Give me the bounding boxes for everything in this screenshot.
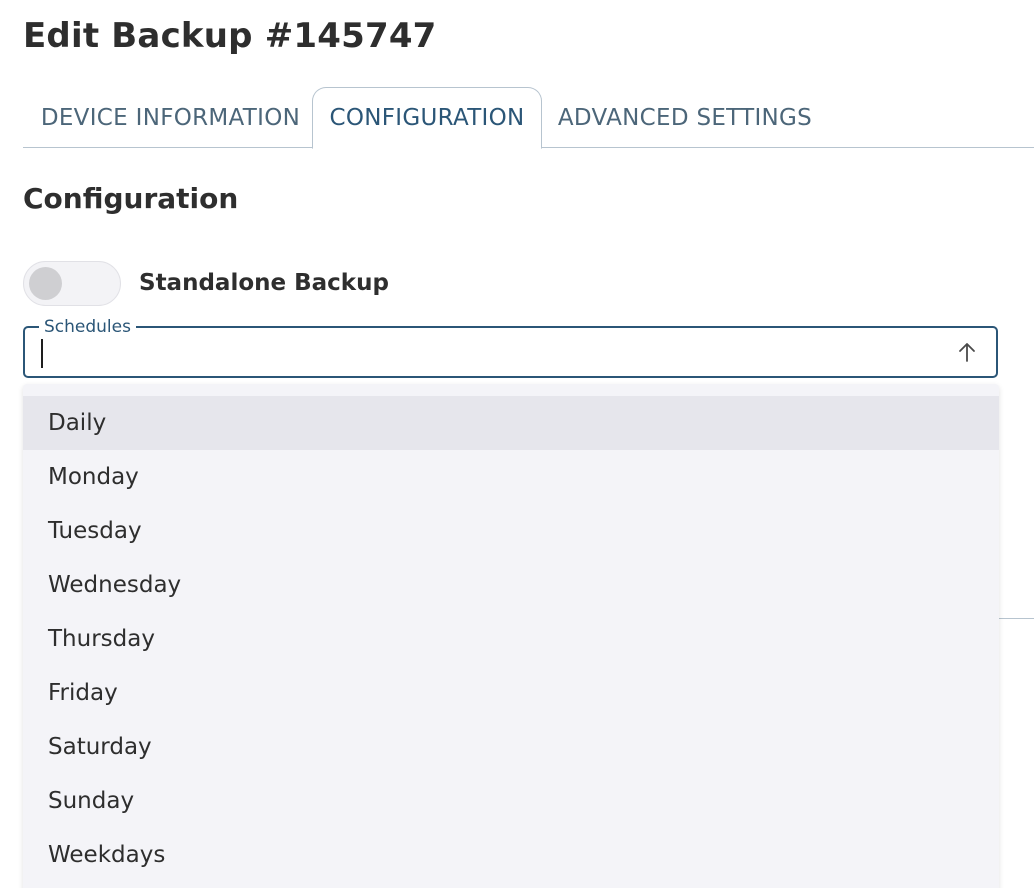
- schedules-label: Schedules: [39, 317, 136, 337]
- tab-label: CONFIGURATION: [329, 105, 525, 131]
- tab-device-information[interactable]: DEVICE INFORMATION: [23, 87, 312, 148]
- option-thursday[interactable]: Thursday: [23, 612, 999, 666]
- standalone-backup-toggle[interactable]: [23, 261, 121, 306]
- tab-bar: DEVICE INFORMATION CONFIGURATION ADVANCE…: [23, 87, 1034, 149]
- option-tuesday[interactable]: Tuesday: [23, 504, 999, 558]
- option-daily[interactable]: Daily: [23, 396, 999, 450]
- tab-advanced-settings[interactable]: ADVANCED SETTINGS: [542, 87, 822, 148]
- schedules-dropdown-menu: Daily Monday Tuesday Wednesday Thursday …: [23, 384, 999, 888]
- option-saturday[interactable]: Saturday: [23, 720, 999, 774]
- option-wednesday[interactable]: Wednesday: [23, 558, 999, 612]
- toggle-knob: [29, 267, 62, 300]
- option-weekdays[interactable]: Weekdays: [23, 828, 999, 882]
- tab-configuration[interactable]: CONFIGURATION: [312, 87, 542, 149]
- text-cursor: [41, 339, 43, 368]
- option-monday[interactable]: Monday: [23, 450, 999, 504]
- page-title: Edit Backup #145747: [23, 16, 437, 56]
- edit-backup-page: Edit Backup #145747 DEVICE INFORMATION C…: [0, 0, 1034, 888]
- option-friday[interactable]: Friday: [23, 666, 999, 720]
- schedules-select[interactable]: Schedules: [23, 317, 998, 378]
- arrow-up-icon[interactable]: [955, 340, 979, 364]
- tab-label: DEVICE INFORMATION: [40, 104, 301, 131]
- schedules-input[interactable]: [39, 336, 919, 368]
- hidden-divider: [998, 618, 1034, 619]
- standalone-backup-label: Standalone Backup: [139, 270, 389, 296]
- tab-label: ADVANCED SETTINGS: [557, 104, 813, 131]
- section-title: Configuration: [23, 182, 239, 215]
- option-sunday[interactable]: Sunday: [23, 774, 999, 828]
